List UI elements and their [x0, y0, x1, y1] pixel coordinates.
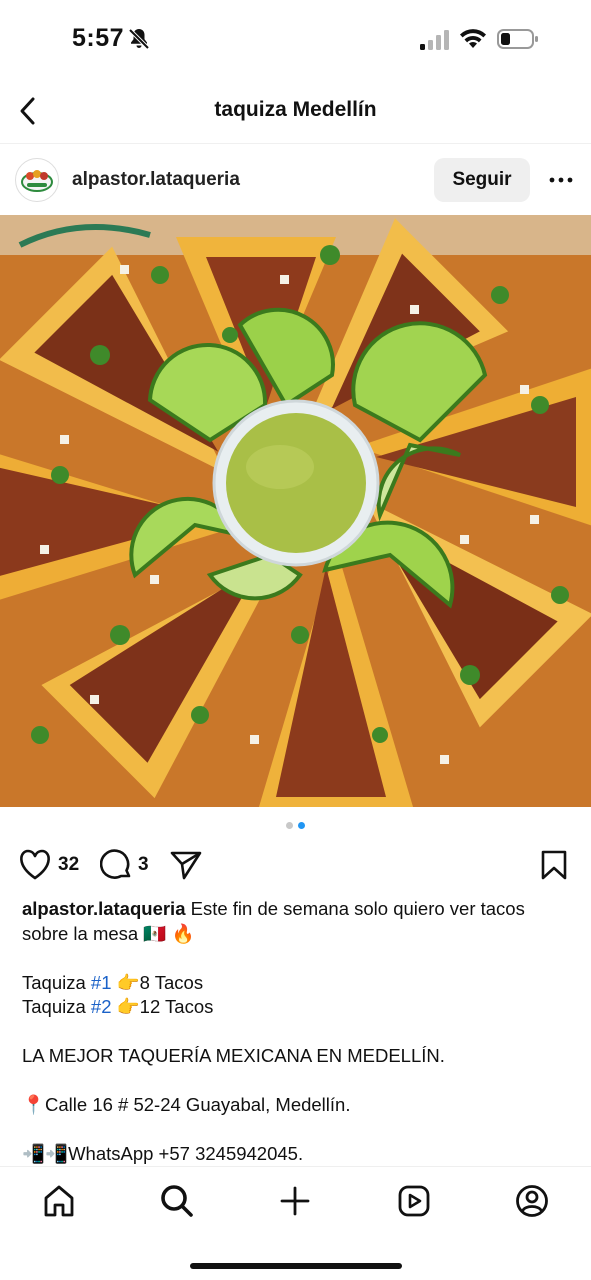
page-title: taquiza Medellín	[214, 98, 377, 121]
more-options-button[interactable]	[544, 166, 578, 194]
signal-icon	[420, 30, 449, 50]
profile-icon	[516, 1185, 548, 1217]
brand-logo-icon	[17, 160, 57, 200]
caption-intro: alpastor.lataqueria Este fin de semana s…	[22, 897, 572, 946]
caption-taquiza-1: Taquiza #1 👉8 Tacos	[22, 971, 204, 993]
nav-header: taquiza Medellín	[0, 80, 591, 142]
like-button[interactable]: 32	[18, 845, 79, 885]
bookmark-icon	[541, 850, 567, 880]
paper-plane-icon	[170, 851, 202, 880]
tab-profile[interactable]	[512, 1181, 552, 1221]
tab-reels[interactable]	[394, 1181, 434, 1221]
caption-whatsapp: 📲📲WhatsApp +57 3245942045.	[22, 1143, 304, 1164]
plus-icon	[280, 1186, 310, 1216]
caption-username[interactable]: alpastor.lataqueria	[22, 898, 185, 919]
bottom-tab-bar	[0, 1166, 591, 1280]
status-bar: 5:57	[0, 0, 591, 80]
caption-headline: LA MEJOR TAQUERÍA MEXICANA EN MEDELLÍN.	[22, 1045, 445, 1066]
save-button[interactable]	[540, 845, 568, 885]
post-caption: alpastor.lataqueria Este fin de semana s…	[22, 897, 572, 1167]
tacos-photo	[0, 215, 591, 807]
heart-icon	[20, 849, 50, 880]
tab-search[interactable]	[157, 1181, 197, 1221]
search-icon	[161, 1185, 193, 1217]
comment-count: 3	[138, 854, 149, 875]
carousel-dot-active	[298, 822, 305, 829]
battery-icon	[497, 29, 538, 49]
follow-button[interactable]: Seguir	[434, 158, 530, 202]
reels-icon	[398, 1185, 430, 1217]
caption-address: 📍Calle 16 # 52-24 Guayabal, Medellín.	[22, 1094, 351, 1115]
tab-home[interactable]	[39, 1181, 79, 1221]
hashtag-link[interactable]: #1	[91, 972, 112, 993]
carousel-indicator	[0, 822, 591, 829]
hashtag-link[interactable]: #2	[91, 996, 112, 1017]
post-image[interactable]	[0, 215, 591, 807]
caption-taquiza-2: Taquiza #2 👉12 Tacos	[22, 996, 214, 1017]
ellipsis-icon	[549, 177, 573, 183]
post-header: alpastor.lataqueria Seguir	[0, 143, 591, 215]
status-time: 5:57	[72, 24, 125, 52]
home-icon	[44, 1185, 74, 1217]
bell-off-icon	[128, 28, 150, 50]
comment-button[interactable]: 3	[100, 845, 149, 885]
carousel-dot	[286, 822, 293, 829]
home-indicator	[190, 1263, 402, 1269]
comment-bubble-icon	[100, 849, 131, 879]
post-username[interactable]: alpastor.lataqueria	[72, 169, 240, 191]
like-count: 32	[58, 854, 80, 875]
tab-create[interactable]	[275, 1181, 315, 1221]
wifi-icon	[460, 29, 486, 48]
avatar[interactable]	[15, 158, 59, 202]
share-button[interactable]	[170, 845, 202, 885]
post-actions: 32 3	[0, 845, 591, 885]
